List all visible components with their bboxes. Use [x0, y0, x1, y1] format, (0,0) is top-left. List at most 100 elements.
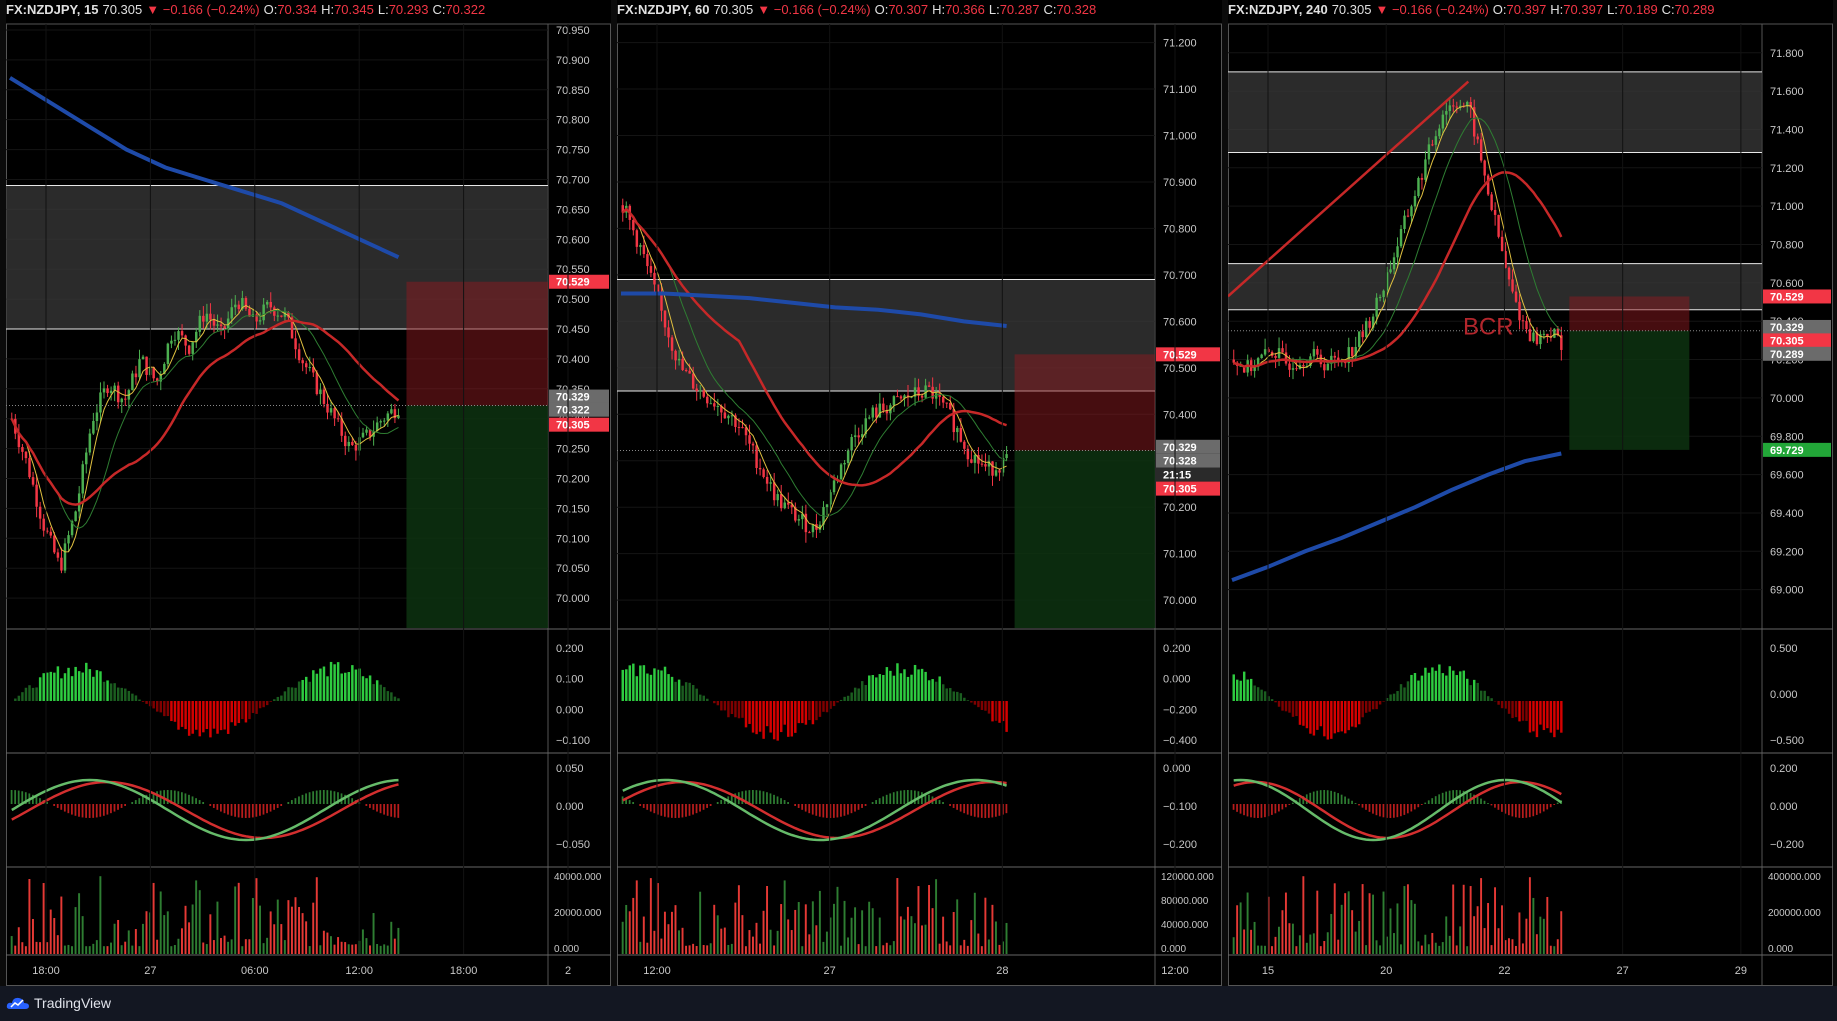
macd-histogram-bar: [1323, 701, 1326, 737]
oscillator-bar: [875, 800, 878, 804]
stop-loss-zone: [406, 281, 548, 406]
chart-panel-240[interactable]: FX:NZDJPY, 240 70.305 ▼ −0.166 (−0.24%) O:7…: [1228, 0, 1833, 986]
macd-histogram-bar: [131, 693, 134, 701]
volume-bar: [854, 907, 857, 954]
volume-bar: [1260, 945, 1263, 954]
oscillator-bar: [212, 804, 215, 808]
volume-bar: [1302, 876, 1305, 954]
y-tick-label: 70.100: [1163, 549, 1197, 561]
oscillator-bar: [998, 804, 1001, 816]
macd-histogram-bar: [931, 679, 934, 701]
macd-tick-label: −0.200: [1163, 704, 1197, 716]
volume-bar: [81, 916, 84, 954]
stop-loss-zone: [1569, 296, 1690, 331]
oscillator-bar: [815, 804, 818, 816]
y-tick-label: 71.800: [1770, 48, 1804, 60]
oscillator-bar: [646, 804, 649, 810]
chart-panel-60[interactable]: FX:NZDJPY, 60 70.305 ▼ −0.166 (−0.24%) O:70…: [617, 0, 1222, 986]
candle-body: [1448, 105, 1452, 112]
candle-body: [653, 272, 656, 285]
volume-bar: [1323, 941, 1326, 954]
candle-body: [106, 388, 109, 394]
oscillator-bar: [1323, 790, 1326, 804]
macd-histogram-bar: [1242, 671, 1246, 701]
take-profit-zone: [406, 405, 548, 628]
chart-canvas: 70.950 70.900 70.850 70.800 70.750 70.700 70.6…: [6, 23, 611, 986]
volume-bar: [1274, 936, 1277, 954]
chart-panel-15[interactable]: FX:NZDJPY, 15 70.305 ▼ −0.166 (−0.24%) O:70…: [6, 0, 611, 986]
macd-histogram-bar: [765, 701, 769, 727]
macd-histogram-bar: [297, 681, 301, 701]
macd-histogram-bar: [825, 701, 829, 713]
candle-body: [1511, 279, 1514, 292]
oscillator-bar: [1291, 802, 1294, 804]
macd-tick-label: 0.100: [556, 674, 584, 686]
macd-histogram-bar: [699, 694, 702, 701]
oscillator-bar: [1340, 794, 1343, 804]
volume-bar: [241, 946, 244, 954]
macd-histogram-bar: [127, 690, 131, 701]
oscillator-bar: [1427, 800, 1430, 804]
volume-bar: [1396, 903, 1399, 954]
macd-histogram-bar: [290, 687, 294, 701]
volume-bar: [737, 885, 740, 954]
volume-bar: [649, 878, 652, 954]
y-tick-label: 71.200: [1770, 163, 1804, 175]
oscillator-bar: [678, 804, 680, 818]
oscillator-bar: [649, 804, 652, 812]
tradingview-cloud-icon[interactable]: [6, 995, 30, 1011]
oscillator-bar: [773, 794, 775, 804]
candle-body: [1493, 209, 1497, 215]
brand-name[interactable]: TradingView: [34, 995, 111, 1011]
macd-histogram-bar: [984, 701, 987, 711]
macd-tick-label: 0.000: [1163, 674, 1191, 686]
oscillator-bar: [1288, 804, 1291, 805]
volume-bar: [896, 878, 899, 954]
macd-histogram-bar: [1344, 701, 1347, 734]
oscillator-bar: [850, 804, 853, 814]
candle-body: [336, 418, 340, 420]
candle-body: [177, 331, 180, 340]
volume-bar: [24, 946, 27, 954]
price-label-text: 70.305: [1770, 335, 1804, 347]
volume-bar: [1514, 945, 1517, 954]
volume-bar: [998, 944, 1001, 954]
oscillator-bar: [854, 804, 856, 812]
volume-bar: [315, 877, 318, 954]
volume-bar: [787, 919, 790, 954]
macd-histogram-bar: [1459, 671, 1462, 701]
candle-body: [1507, 267, 1511, 280]
volume-bar: [227, 941, 230, 954]
volume-bar: [99, 876, 102, 954]
macd-histogram-bar: [17, 695, 21, 701]
candle-body: [695, 388, 698, 391]
volume-bar: [1354, 931, 1357, 954]
oscillator-bar: [1253, 804, 1256, 818]
volume-bar: [924, 924, 927, 954]
volume-bar: [977, 933, 980, 954]
macd-histogram-bar: [88, 669, 92, 701]
oscillator-bar: [759, 790, 761, 804]
y-tick-label: 70.100: [556, 533, 590, 545]
oscillator-bar: [262, 804, 265, 815]
oscillator-bar: [1243, 804, 1245, 816]
volume-bar: [671, 911, 673, 954]
candle-body: [273, 307, 276, 316]
macd-histogram-bar: [716, 701, 720, 706]
oscillator-bar: [991, 804, 994, 818]
volume-bar: [1326, 932, 1329, 954]
oscillator-bar: [751, 790, 754, 804]
oscillator-bar: [266, 804, 268, 814]
volume-bar: [1361, 884, 1364, 954]
volume-bar: [1389, 908, 1392, 954]
volume-bar: [730, 943, 733, 954]
macd-histogram-bar: [713, 701, 716, 704]
oscillator-tick-label: 0.000: [1163, 763, 1191, 775]
oscillator-bar: [762, 791, 765, 804]
candle-body: [258, 320, 262, 322]
oscillator-bar: [780, 798, 782, 804]
macd-histogram-bar: [706, 698, 709, 701]
volume-bar: [861, 910, 864, 954]
x-tick-label: 27: [144, 965, 156, 977]
oscillator-bar: [287, 802, 290, 804]
